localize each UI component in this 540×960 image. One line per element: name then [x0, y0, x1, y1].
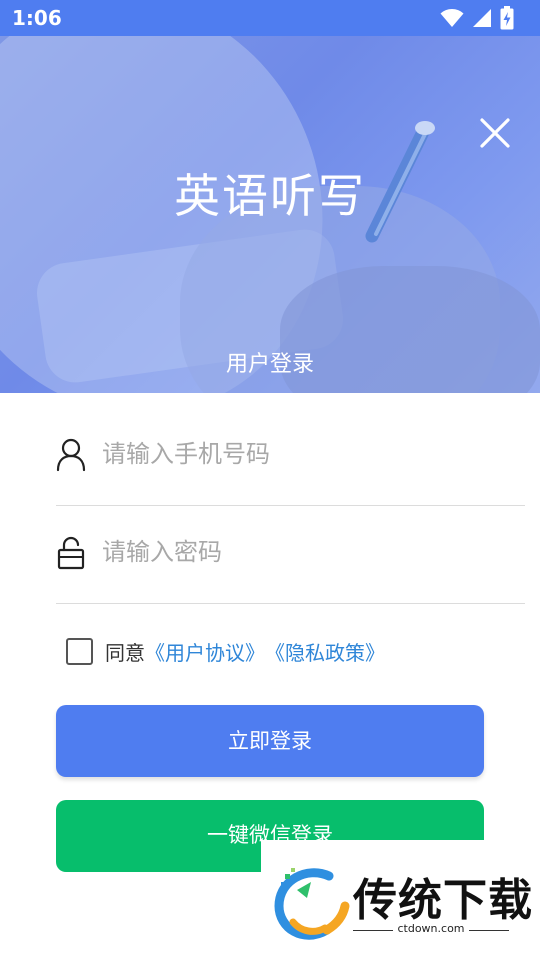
phone-input[interactable] — [102, 432, 502, 476]
cellular-signal-icon — [473, 9, 491, 27]
password-field — [56, 506, 525, 604]
watermark: 传统下载 ctdown.com — [261, 840, 540, 960]
status-time: 1:06 — [12, 6, 62, 30]
login-button[interactable]: 立即登录 — [56, 705, 484, 777]
close-icon — [480, 118, 510, 148]
app-title: 英语听写 — [174, 169, 366, 223]
agreement-row: 同意 《用户协议》 《隐私政策》 — [66, 636, 385, 666]
status-icons — [440, 6, 514, 30]
user-agreement-link[interactable]: 《用户协议》 — [145, 637, 265, 666]
close-button[interactable] — [478, 116, 512, 150]
watermark-brand: 传统下载 — [353, 875, 533, 926]
battery-charging-icon — [500, 6, 514, 30]
agree-checkbox[interactable] — [66, 637, 93, 665]
password-input[interactable] — [102, 530, 502, 574]
privacy-policy-link[interactable]: 《隐私政策》 — [265, 637, 385, 666]
wifi-icon — [440, 9, 464, 27]
watermark-domain: ctdown.com — [397, 922, 465, 935]
login-section-title: 用户登录 — [225, 352, 314, 377]
watermark-logo — [274, 868, 350, 940]
lock-icon — [57, 536, 85, 570]
agree-label: 同意 — [105, 640, 145, 665]
status-bar: 1:06 — [0, 0, 540, 36]
user-icon — [56, 438, 86, 472]
watermark-rule-right — [469, 930, 509, 931]
phone-field — [56, 408, 525, 506]
